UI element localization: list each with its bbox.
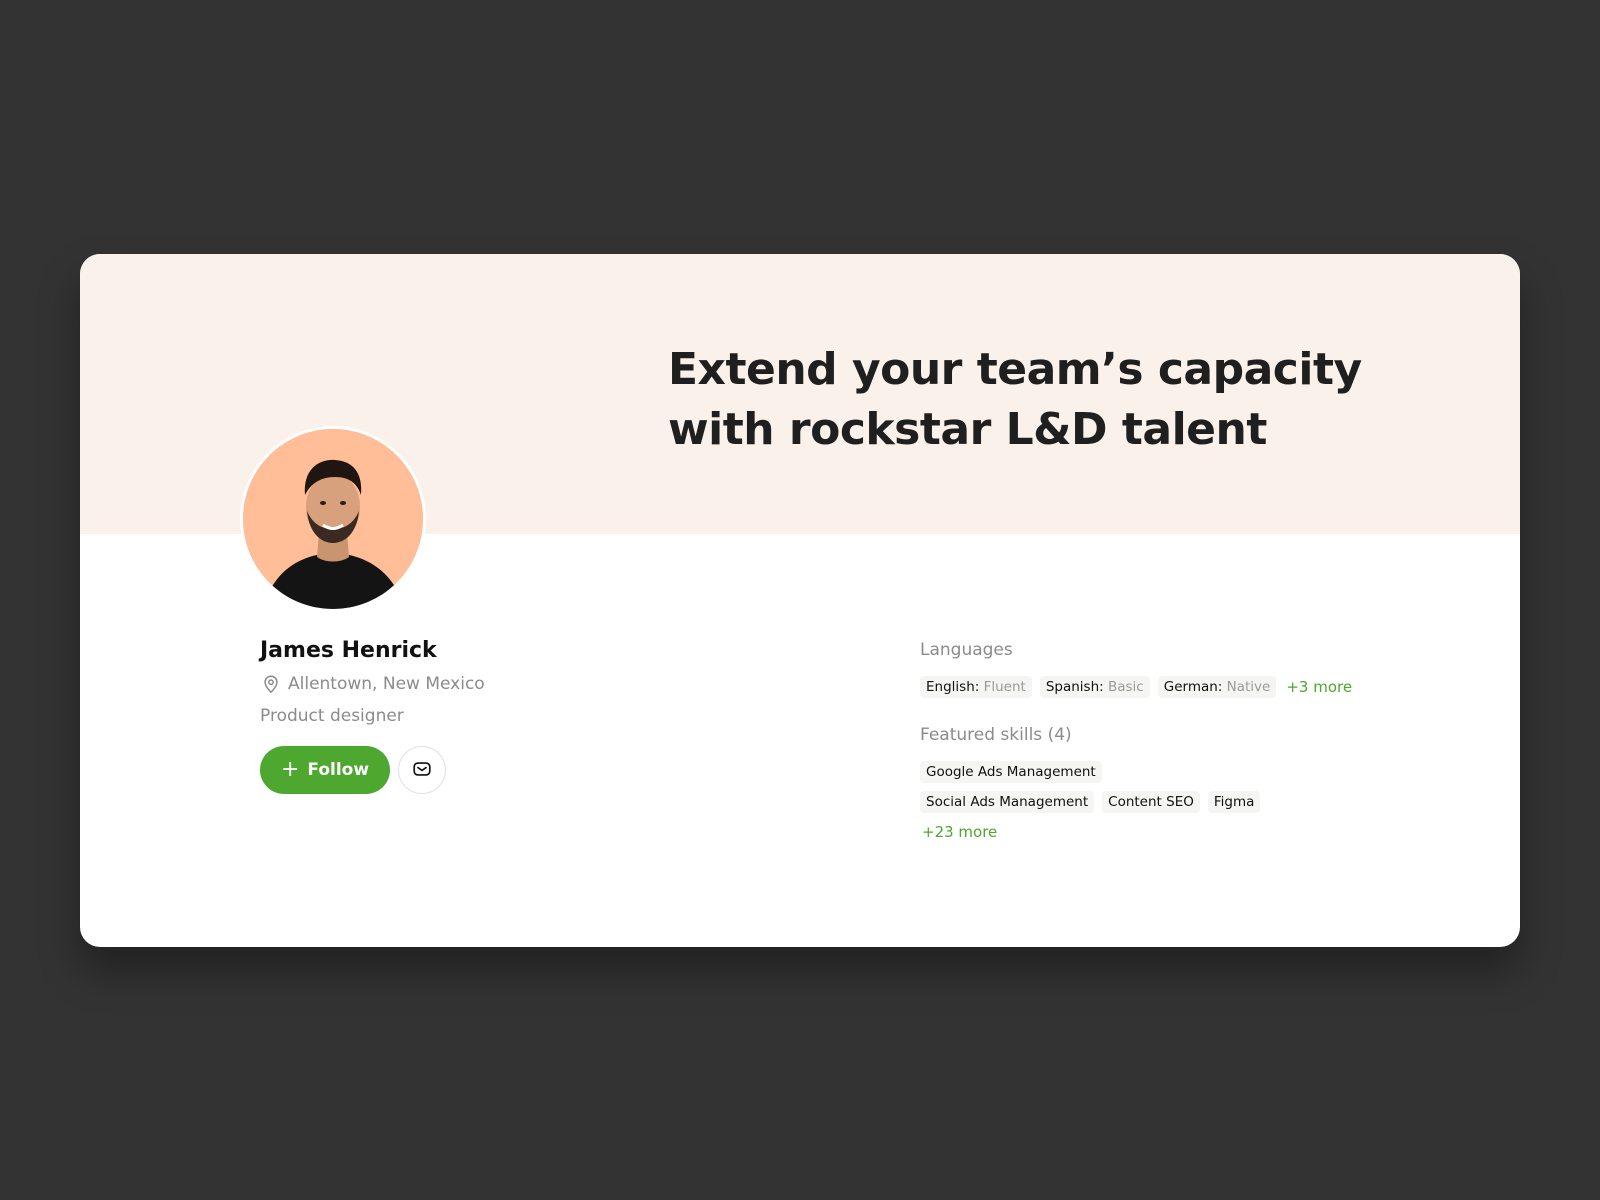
location-pin-icon <box>260 673 282 695</box>
language-name: German: <box>1163 679 1223 695</box>
language-tag-german: German: Native <box>1157 676 1277 698</box>
skills-list: Google Ads Management Social Ads Managem… <box>920 761 1280 843</box>
languages-label: Languages <box>920 640 1013 660</box>
language-level: Fluent <box>983 679 1026 695</box>
skill-tag: Figma <box>1207 791 1261 813</box>
mail-icon <box>411 758 433 783</box>
language-name: Spanish: <box>1045 679 1104 695</box>
profile-card: Extend your team’s capacity with rocksta… <box>80 254 1520 947</box>
banner-headline: Extend your team’s capacity with rocksta… <box>668 340 1388 460</box>
follow-button[interactable]: + Follow <box>260 746 390 794</box>
headline-line-2: with rockstar L&D talent <box>668 404 1267 455</box>
languages-more-link[interactable]: +3 more <box>1284 676 1354 698</box>
profile-location: Allentown, New Mexico <box>260 673 485 695</box>
skill-tag: Content SEO <box>1102 791 1200 813</box>
avatar-portrait <box>243 429 423 609</box>
skill-tag: Social Ads Management <box>920 791 1095 813</box>
language-name: English: <box>926 679 980 695</box>
language-tag-spanish: Spanish: Basic <box>1039 676 1150 698</box>
location-text: Allentown, New Mexico <box>288 674 485 694</box>
profile-name: James Henrick <box>260 638 437 663</box>
plus-icon: + <box>280 757 300 782</box>
message-button[interactable] <box>398 746 446 794</box>
language-level: Basic <box>1107 679 1144 695</box>
follow-label: Follow <box>307 760 370 780</box>
avatar <box>240 426 426 612</box>
language-tag-english: English: Fluent <box>920 676 1032 698</box>
featured-skills-label: Featured skills (4) <box>920 725 1072 745</box>
language-level: Native <box>1226 679 1271 695</box>
profile-role: Product designer <box>260 706 404 726</box>
skills-more-link[interactable]: +23 more <box>920 821 999 843</box>
headline-line-1: Extend your team’s capacity <box>668 344 1362 395</box>
languages-list: English: Fluent Spanish: Basic German: N… <box>920 676 1360 698</box>
skill-tag: Google Ads Management <box>920 761 1102 783</box>
